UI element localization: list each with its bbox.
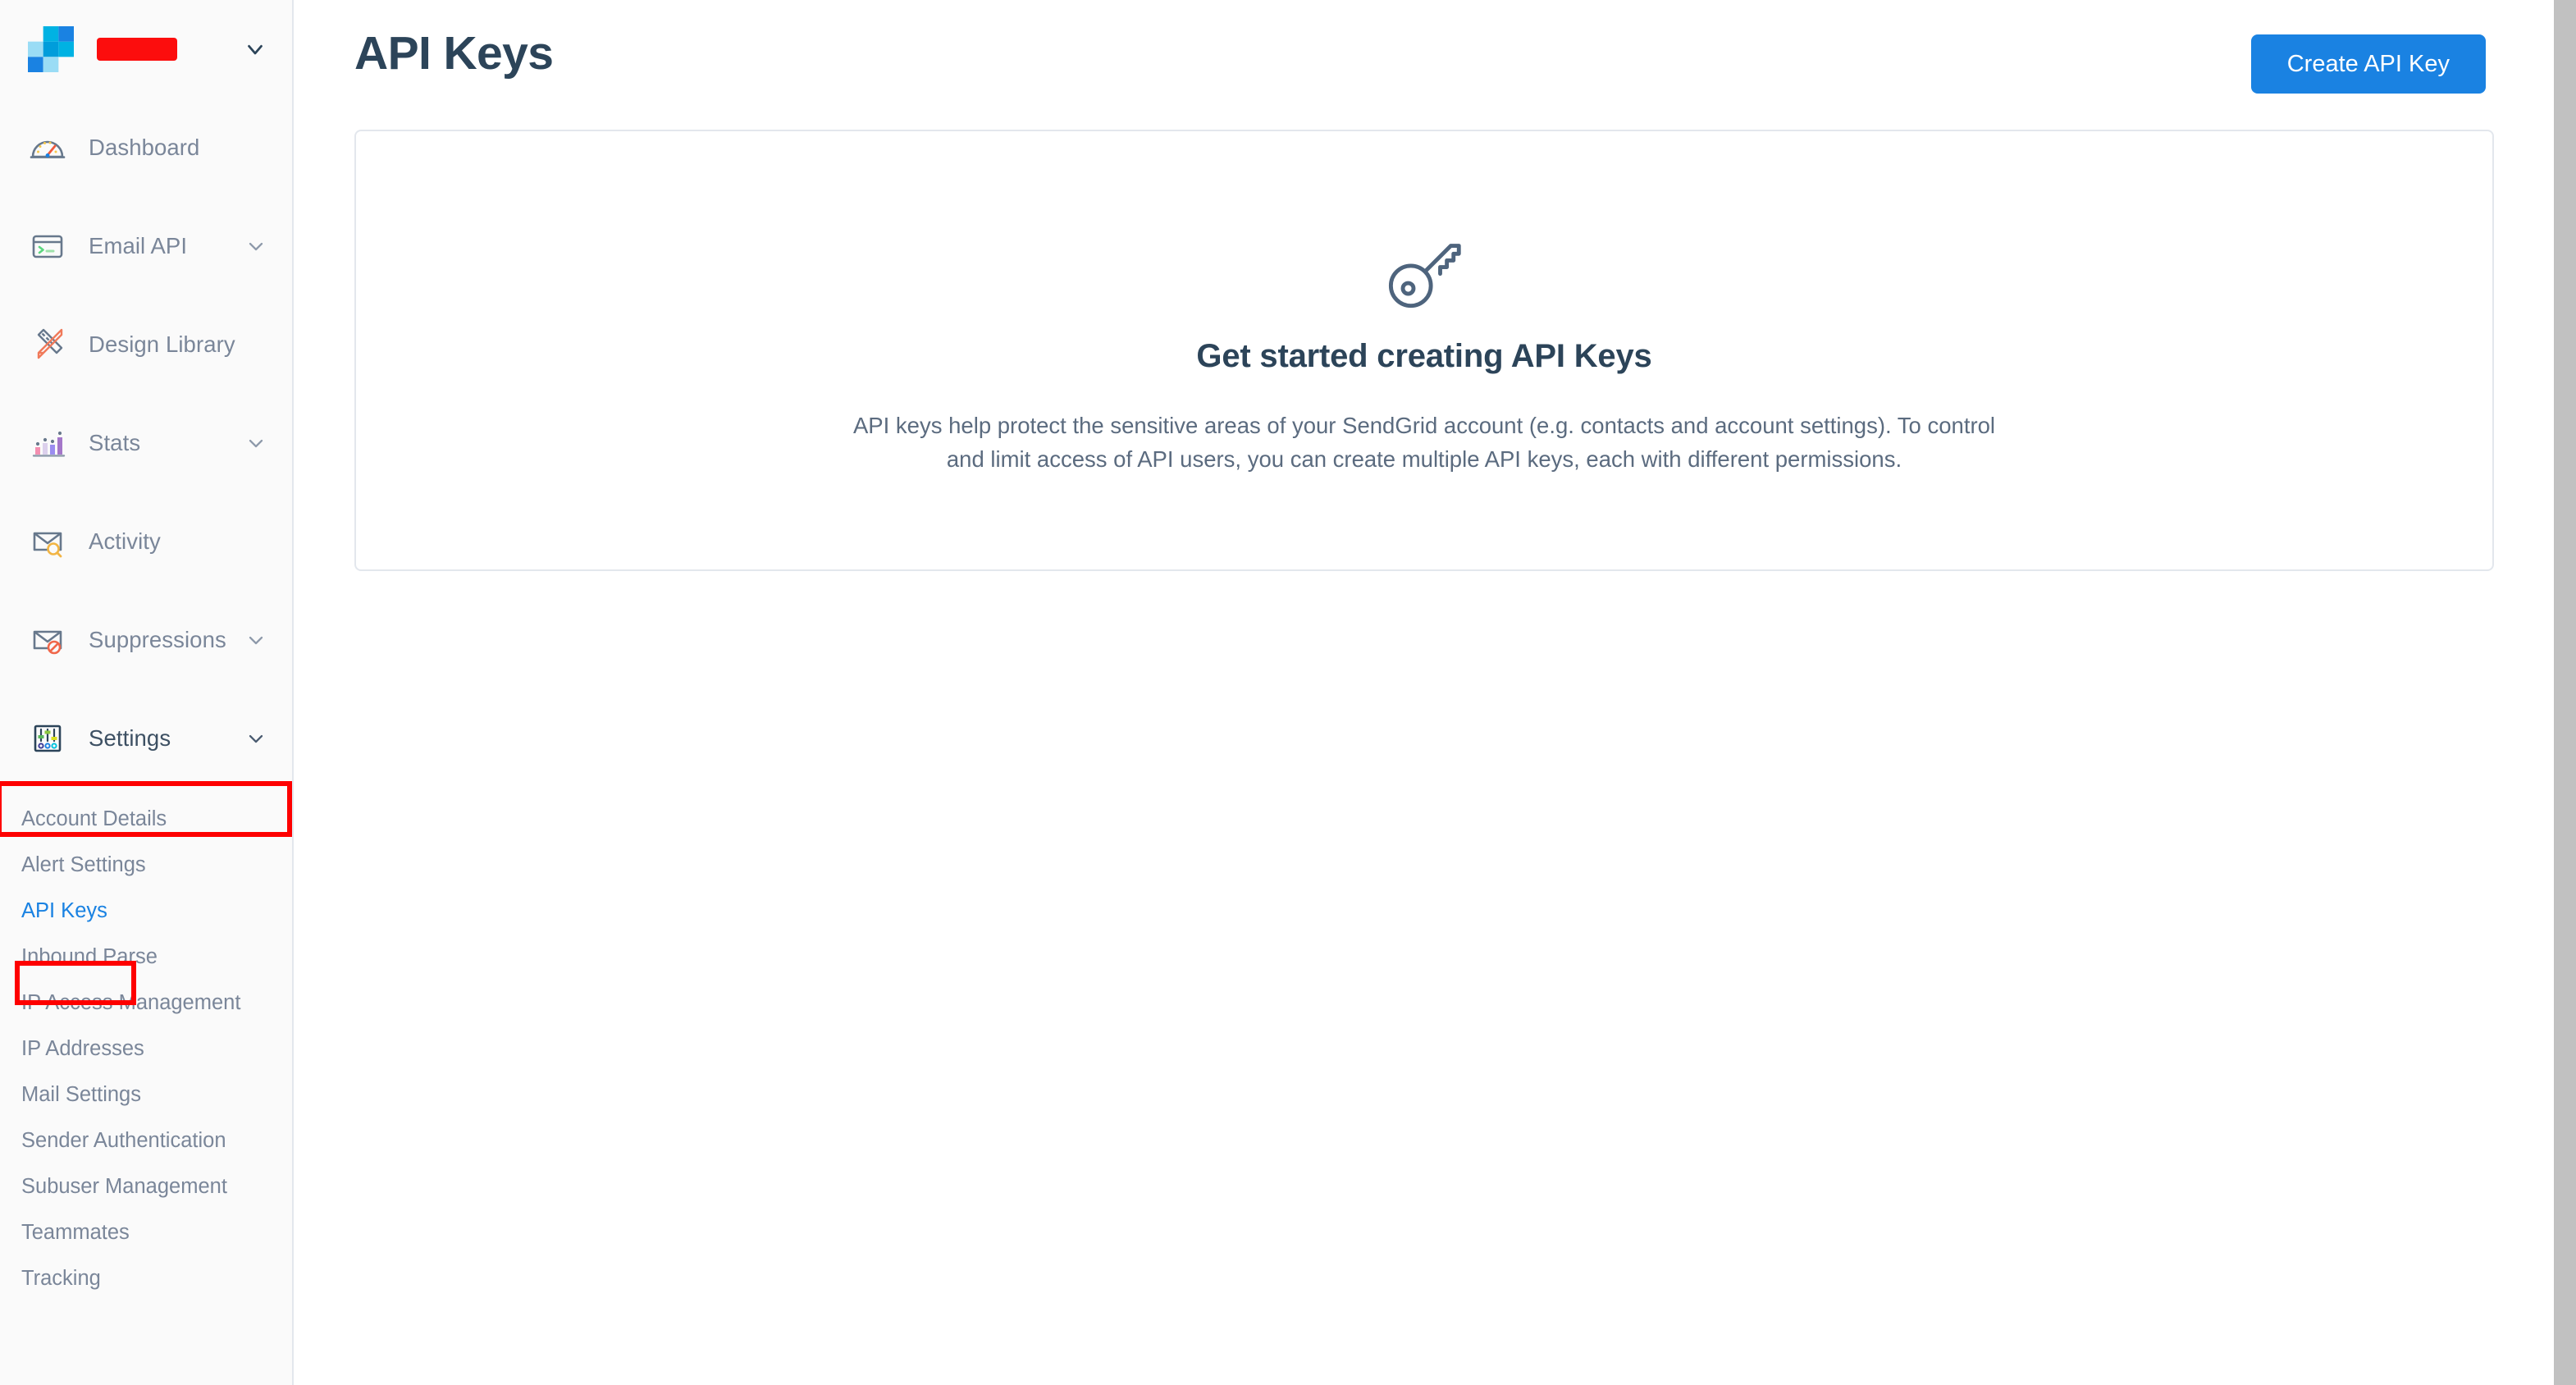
submenu-item-account-details[interactable]: Account Details bbox=[0, 796, 292, 842]
submenu-item-api-keys[interactable]: API Keys bbox=[0, 888, 292, 934]
chevron-down-icon[interactable] bbox=[243, 37, 267, 62]
app-root: Dashboard Email API Design Library Stats… bbox=[0, 0, 2576, 1385]
submenu-item-label: Mail Settings bbox=[21, 1082, 141, 1106]
submenu-item-label: Sender Authentication bbox=[21, 1128, 226, 1152]
settings-submenu: Account Details Alert Settings API Keys … bbox=[0, 789, 292, 1301]
create-api-key-button[interactable]: Create API Key bbox=[2250, 34, 2486, 94]
submenu-item-mail-settings[interactable]: Mail Settings bbox=[0, 1072, 292, 1118]
account-name-redaction bbox=[97, 38, 177, 61]
bar-chart-icon bbox=[32, 431, 66, 457]
submenu-item-sender-authentication[interactable]: Sender Authentication bbox=[0, 1118, 292, 1163]
sidebar-item-label: Email API bbox=[89, 233, 188, 258]
brand-account-switcher[interactable] bbox=[0, 0, 292, 98]
sidebar-item-stats[interactable]: Stats bbox=[0, 415, 292, 471]
sidebar-item-dashboard[interactable]: Dashboard bbox=[0, 120, 292, 176]
api-keys-empty-state-card: Get started creating API Keys API keys h… bbox=[354, 130, 2494, 571]
key-icon bbox=[1388, 244, 1461, 309]
submenu-item-label: Inbound Parse bbox=[21, 944, 158, 968]
sliders-icon bbox=[34, 724, 62, 752]
submenu-item-label: Alert Settings bbox=[21, 852, 146, 876]
pencil-ruler-icon bbox=[37, 328, 63, 359]
sidebar-item-activity[interactable]: Activity bbox=[0, 514, 292, 569]
sidebar-item-suppressions[interactable]: Suppressions bbox=[0, 612, 292, 668]
vertical-scrollbar[interactable] bbox=[2554, 0, 2576, 1385]
envelope-search-icon bbox=[33, 532, 62, 558]
submenu-item-ip-addresses[interactable]: IP Addresses bbox=[0, 1026, 292, 1072]
speedometer-icon bbox=[30, 140, 66, 158]
empty-state-description: API keys help protect the sensitive area… bbox=[852, 413, 1996, 472]
submenu-item-label: Account Details bbox=[21, 807, 167, 830]
chevron-down-icon[interactable] bbox=[244, 727, 267, 750]
submenu-item-label: API Keys bbox=[21, 898, 107, 922]
sidebar-item-label: Stats bbox=[89, 430, 141, 455]
sidebar-item-settings[interactable]: Settings bbox=[0, 711, 292, 766]
submenu-item-inbound-parse[interactable]: Inbound Parse bbox=[0, 934, 292, 980]
submenu-item-label: Teammates bbox=[21, 1220, 130, 1244]
submenu-item-tracking[interactable]: Tracking bbox=[0, 1255, 292, 1301]
envelope-block-icon bbox=[33, 630, 62, 655]
chevron-down-icon[interactable] bbox=[244, 432, 267, 455]
sidebar-item-design-library[interactable]: Design Library bbox=[0, 317, 292, 373]
sidebar-item-label: Activity bbox=[89, 528, 161, 554]
submenu-item-teammates[interactable]: Teammates bbox=[0, 1209, 292, 1255]
empty-state-title: Get started creating API Keys bbox=[1196, 338, 1652, 374]
submenu-item-label: Subuser Management bbox=[21, 1174, 227, 1198]
chevron-down-icon[interactable] bbox=[244, 235, 267, 258]
sidebar-item-label: Suppressions bbox=[89, 627, 226, 652]
main-content: API Keys Create API Key Get started crea… bbox=[294, 0, 2576, 1385]
chevron-down-icon[interactable] bbox=[244, 629, 267, 651]
submenu-item-subuser-management[interactable]: Subuser Management bbox=[0, 1163, 292, 1209]
page-header: API Keys Create API Key bbox=[294, 0, 2576, 94]
sendgrid-logo-icon bbox=[28, 26, 74, 72]
sidebar-item-label: Settings bbox=[89, 725, 171, 751]
sidebar-nav: Dashboard Email API Design Library Stats… bbox=[0, 98, 292, 766]
page-title: API Keys bbox=[354, 27, 554, 80]
sidebar-item-label: Design Library bbox=[89, 331, 235, 357]
sidebar-item-label: Dashboard bbox=[89, 135, 200, 160]
sidebar-item-email-api[interactable]: Email API bbox=[0, 218, 292, 274]
submenu-item-label: IP Addresses bbox=[21, 1036, 144, 1060]
submenu-item-ip-access-management[interactable]: IP Access Management bbox=[0, 980, 292, 1026]
submenu-item-alert-settings[interactable]: Alert Settings bbox=[0, 842, 292, 888]
sidebar: Dashboard Email API Design Library Stats… bbox=[0, 0, 294, 1385]
scrollbar-thumb[interactable] bbox=[2554, 0, 2576, 1385]
submenu-item-label: Tracking bbox=[21, 1266, 101, 1290]
submenu-item-label: IP Access Management bbox=[21, 990, 241, 1014]
terminal-icon bbox=[32, 235, 63, 258]
